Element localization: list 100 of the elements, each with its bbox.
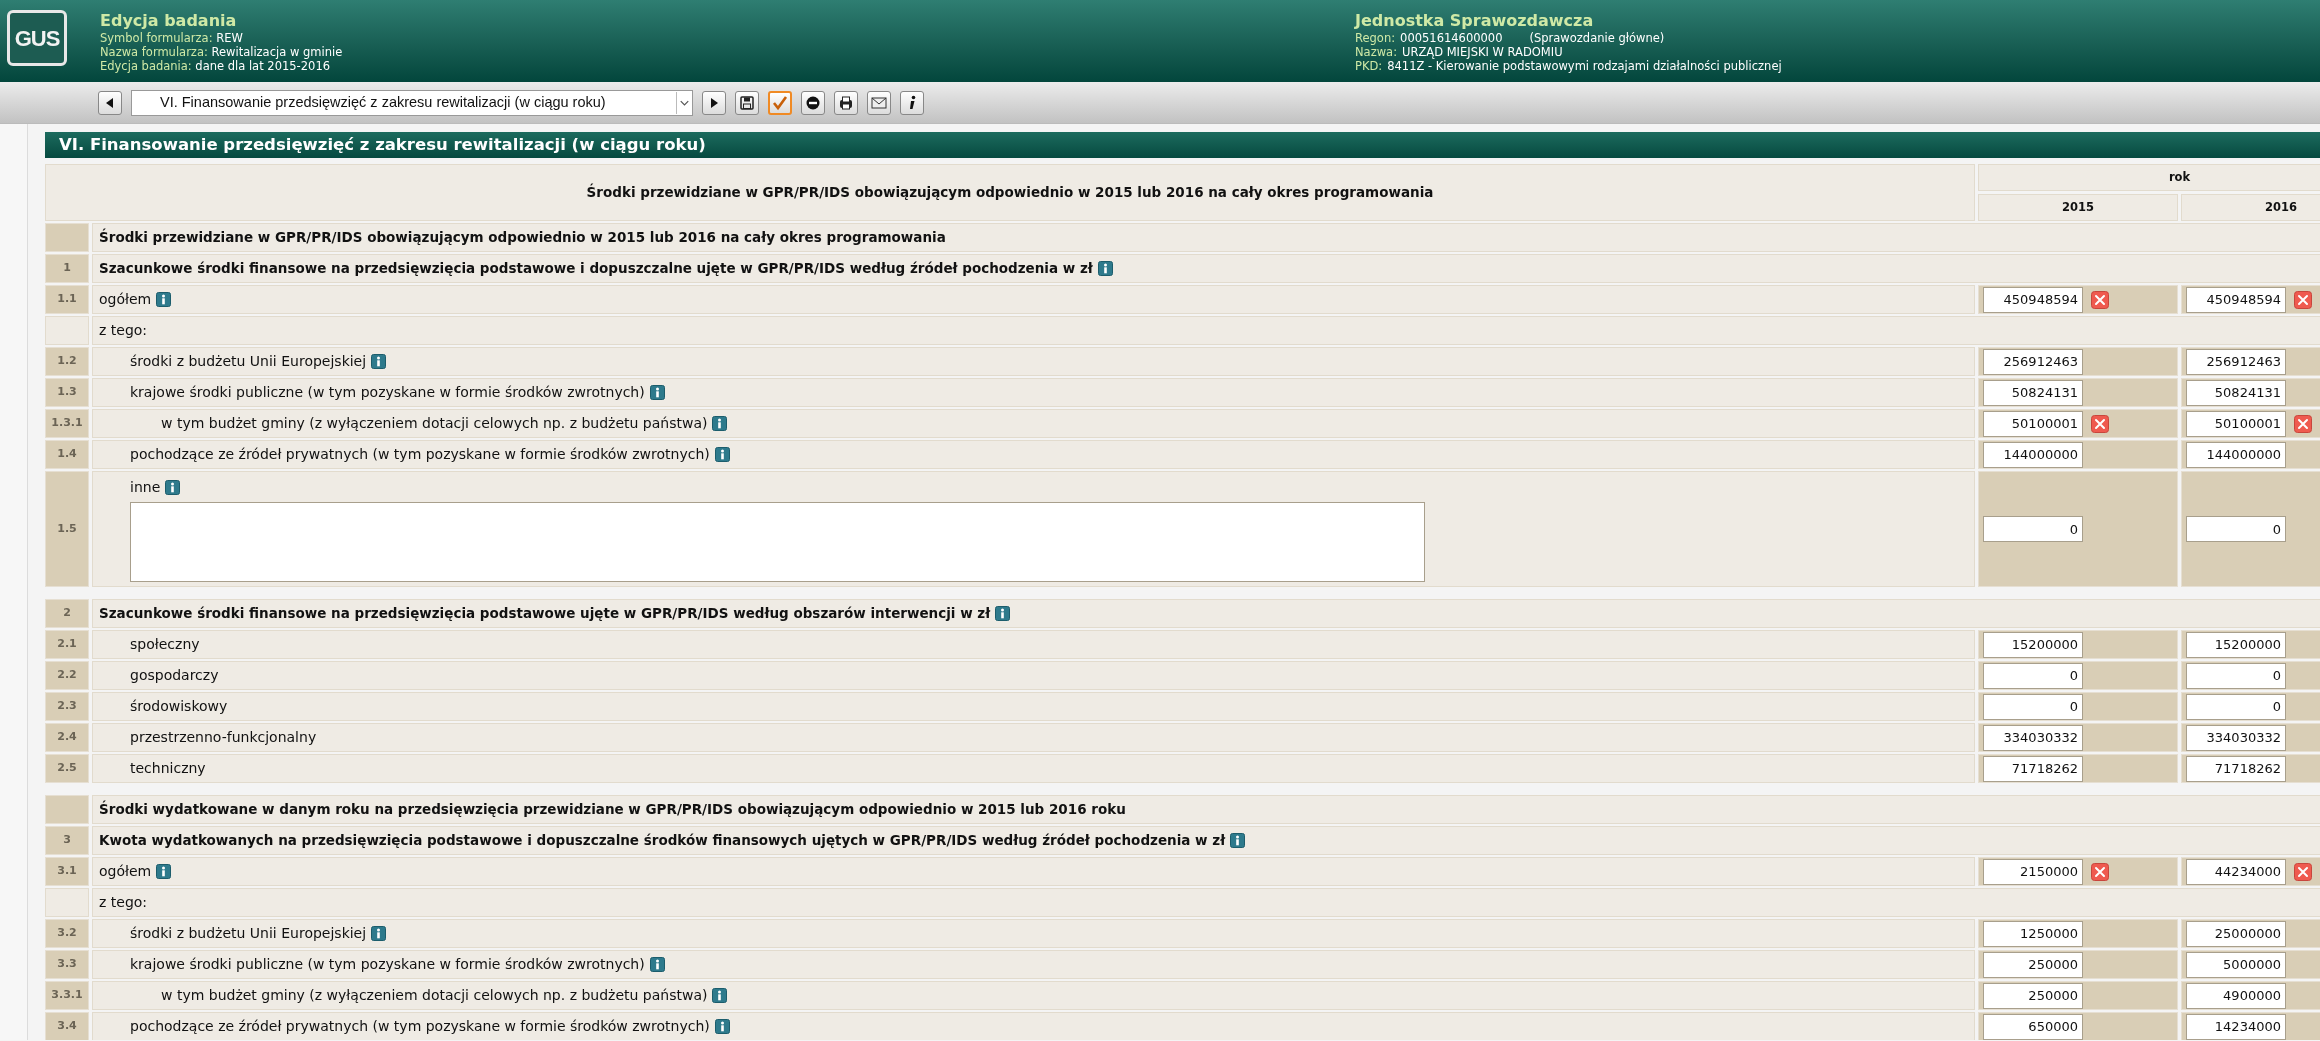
row-number: 3.1	[45, 857, 89, 886]
value-field[interactable]: 1250000	[1983, 920, 2083, 947]
row-label: pochodzące ze źródeł prywatnych (w tym pozyskane w formie środków zwrotnych)	[130, 445, 710, 464]
row-number: 1.4	[45, 440, 89, 469]
value-field[interactable]: 71718262	[2186, 755, 2286, 782]
value-field[interactable]: 0	[2186, 662, 2286, 689]
play-icon	[709, 97, 719, 108]
info-icon[interactable]	[165, 480, 181, 495]
row-number: 1.3	[45, 378, 89, 407]
value-field[interactable]: 0	[2186, 516, 2286, 542]
column-heading: 2016	[2181, 194, 2320, 221]
value-field[interactable]: 334030332	[2186, 724, 2286, 751]
field-value: REW	[216, 31, 243, 45]
error-icon[interactable]	[2294, 862, 2312, 881]
info-icon[interactable]	[714, 1019, 730, 1034]
row-number: 1.5	[45, 471, 89, 587]
value-field[interactable]: 0	[1983, 662, 2083, 689]
row-number: 3.3.1	[45, 981, 89, 1010]
value-field[interactable]: 15200000	[1983, 631, 2083, 658]
value-field[interactable]: 50100001	[1983, 410, 2083, 437]
value-field[interactable]: 71718262	[1983, 755, 2083, 782]
info-icon[interactable]	[995, 606, 1011, 621]
field-label: Edycja badania:	[100, 59, 192, 73]
info-icon[interactable]	[1097, 261, 1113, 276]
value-field[interactable]: 2150000	[1983, 858, 2083, 885]
value-field[interactable]: 0	[1983, 516, 2083, 542]
value-field[interactable]: 14234000	[2186, 1013, 2286, 1040]
error-icon[interactable]	[2091, 290, 2109, 309]
value-field[interactable]: 25000000	[2186, 920, 2286, 947]
section-select[interactable]: VI. Finansowanie przedsięwzięć z zakresu rewitalizacji (w ciągu roku)	[131, 89, 693, 116]
row-number: 1.1	[45, 285, 89, 314]
row-number: 1.2	[45, 347, 89, 376]
value-field[interactable]: 50824131	[1983, 379, 2083, 406]
toolbar-button[interactable]	[834, 90, 858, 115]
info-icon[interactable]	[712, 988, 728, 1003]
toolbar-button[interactable]	[801, 90, 825, 115]
row-label: Kwota wydatkowanych na przedsięwzięcia podstawowe i dopuszczalne środków finansowych ujętych w GPR/PR/IDS według źródeł pochodzenia w zł	[99, 831, 1226, 851]
value-field[interactable]: 5000000	[2186, 951, 2286, 978]
error-icon[interactable]	[2294, 414, 2312, 433]
row-label: inne	[130, 478, 161, 497]
header-title: Edycja badania	[100, 11, 238, 31]
info-icon[interactable]	[649, 957, 665, 972]
value-field[interactable]: 0	[2186, 693, 2286, 720]
value-field[interactable]: 144000000	[2186, 441, 2286, 468]
info-icon[interactable]	[714, 447, 730, 462]
row-label: przestrzenno-funkcjonalny	[130, 728, 317, 747]
info-icon[interactable]	[371, 926, 387, 941]
row-number: 3.2	[45, 919, 89, 948]
previous-button[interactable]	[98, 90, 122, 115]
field-value: URZĄD MIEJSKI W RADOMIU	[1402, 45, 1563, 59]
row-label: Szacunkowe środki finansowe na przedsięwzięcia podstawowe i dopuszczalne ujęte w GPR/PR/IDS według źródeł pochodzenia w zł	[99, 259, 1093, 279]
value-field[interactable]: 450948594	[2186, 286, 2286, 313]
error-icon[interactable]	[2091, 414, 2109, 433]
value-field[interactable]: 256912463	[2186, 348, 2286, 375]
value-field[interactable]: 15200000	[2186, 631, 2286, 658]
value-field[interactable]: 4900000	[2186, 982, 2286, 1009]
section-title: VI. Finansowanie przedsięwzięć z zakresu rewitalizacji (w ciągu roku)	[45, 132, 2320, 158]
value-field[interactable]: 650000	[1983, 1013, 2083, 1040]
info-icon[interactable]	[649, 385, 665, 400]
value-field[interactable]: 450948594	[1983, 286, 2083, 313]
info-icon[interactable]	[156, 292, 172, 307]
row-number: 2.5	[45, 754, 89, 783]
column-heading: 2015	[1978, 194, 2178, 221]
row-label: z tego:	[99, 893, 148, 912]
value-field[interactable]: 50100001	[2186, 410, 2286, 437]
empty-cell	[45, 316, 89, 345]
row-label: w tym budżet gminy (z wyłączeniem dotacji celowych np. z budżetu państwa)	[161, 986, 708, 1005]
unit-title: Jednostka Sprawozdawcza	[1355, 11, 1595, 31]
value-field[interactable]: 250000	[1983, 951, 2083, 978]
row-label: środowiskowy	[130, 697, 228, 716]
row-number: 3.4	[45, 1012, 89, 1040]
row-label: Szacunkowe środki finansowe na przedsięwzięcia podstawowe ujęte w GPR/PR/IDS według obszarów interwencji w zł	[99, 604, 991, 624]
text-area[interactable]	[130, 502, 1425, 582]
info-icon[interactable]	[1230, 833, 1246, 848]
value-field[interactable]: 256912463	[1983, 348, 2083, 375]
toolbar-button[interactable]	[900, 90, 924, 115]
info-icon[interactable]	[371, 354, 387, 369]
toolbar-button[interactable]	[702, 90, 726, 115]
value-field[interactable]: 44234000	[2186, 858, 2286, 885]
row-label: techniczny	[130, 759, 206, 778]
row-number: 2	[45, 599, 89, 628]
row-label: krajowe środki publiczne (w tym pozyskane w formie środków zwrotnych)	[130, 955, 645, 974]
toolbar-button[interactable]	[735, 90, 759, 115]
info-icon[interactable]	[156, 864, 172, 879]
row-label: z tego:	[99, 321, 148, 340]
field-label: Symbol formularza:	[100, 31, 213, 45]
info-icon[interactable]	[712, 416, 728, 431]
stop-icon	[806, 95, 820, 110]
column-group-heading: rok	[1978, 164, 2320, 191]
error-icon[interactable]	[2294, 290, 2312, 309]
row-label: Środki przewidziane w GPR/PR/IDS obowiązującym odpowiednio w 2015 lub 2016 na cały okres programowania	[99, 227, 946, 248]
value-field[interactable]: 144000000	[1983, 441, 2083, 468]
row-label: ogółem	[99, 862, 152, 881]
value-field[interactable]: 0	[1983, 693, 2083, 720]
value-field[interactable]: 334030332	[1983, 724, 2083, 751]
value-field[interactable]: 250000	[1983, 982, 2083, 1009]
field-label: PKD:	[1355, 59, 1383, 73]
field-note: (Sprawozdanie główne)	[1529, 31, 1665, 45]
error-icon[interactable]	[2091, 862, 2109, 881]
value-field[interactable]: 50824131	[2186, 379, 2286, 406]
